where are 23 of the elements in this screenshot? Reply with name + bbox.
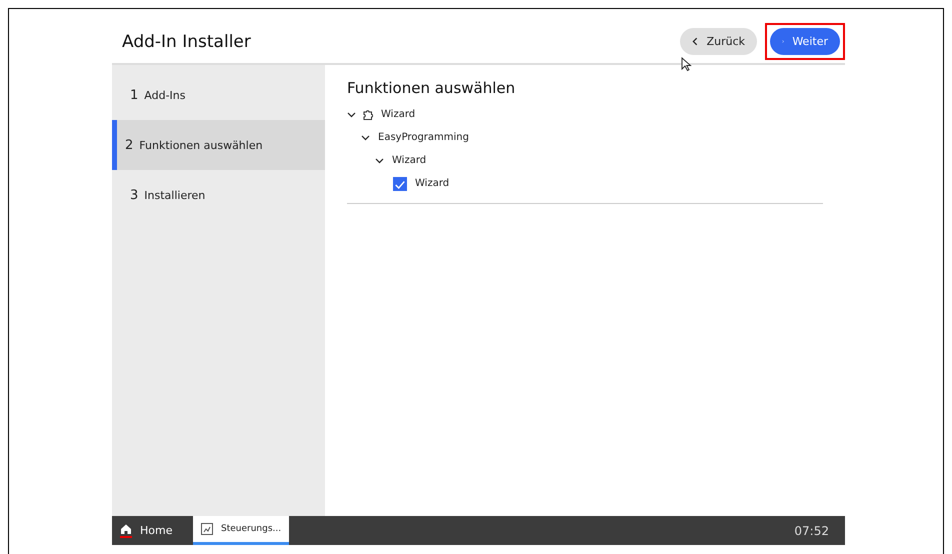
cursor-icon xyxy=(681,57,692,72)
section-heading: Funktionen auswählen xyxy=(347,79,516,97)
window-title: Add-In Installer xyxy=(121,32,251,52)
chevron-left-icon xyxy=(692,37,699,46)
step-item[interactable]: 1 Add-Ins xyxy=(112,70,325,120)
next-button[interactable]: Weiter xyxy=(770,28,840,55)
back-button[interactable]: Zurück xyxy=(680,28,757,55)
taskbar-item[interactable]: Steuerungs... xyxy=(193,516,290,545)
puzzle-icon xyxy=(362,108,373,120)
window-icon xyxy=(201,523,213,535)
tree-item-label[interactable]: EasyProgramming xyxy=(378,132,469,143)
checkbox[interactable] xyxy=(393,176,407,190)
taskbar-item[interactable]: Home xyxy=(112,516,193,545)
home-icon xyxy=(120,523,132,538)
chevron-down-icon[interactable] xyxy=(375,156,384,164)
step-item[interactable]: 3 Installieren xyxy=(112,170,325,220)
tree-item-label: Wizard xyxy=(415,178,450,189)
step-item[interactable]: 2 Funktionen auswählen xyxy=(112,120,325,170)
chevron-down-icon[interactable] xyxy=(361,134,370,142)
tree-item-label[interactable]: Wizard xyxy=(392,155,426,166)
chevron-down-icon[interactable] xyxy=(347,110,356,118)
tree-item-label[interactable]: Wizard xyxy=(381,109,416,120)
clock: 07:52 xyxy=(794,524,830,538)
